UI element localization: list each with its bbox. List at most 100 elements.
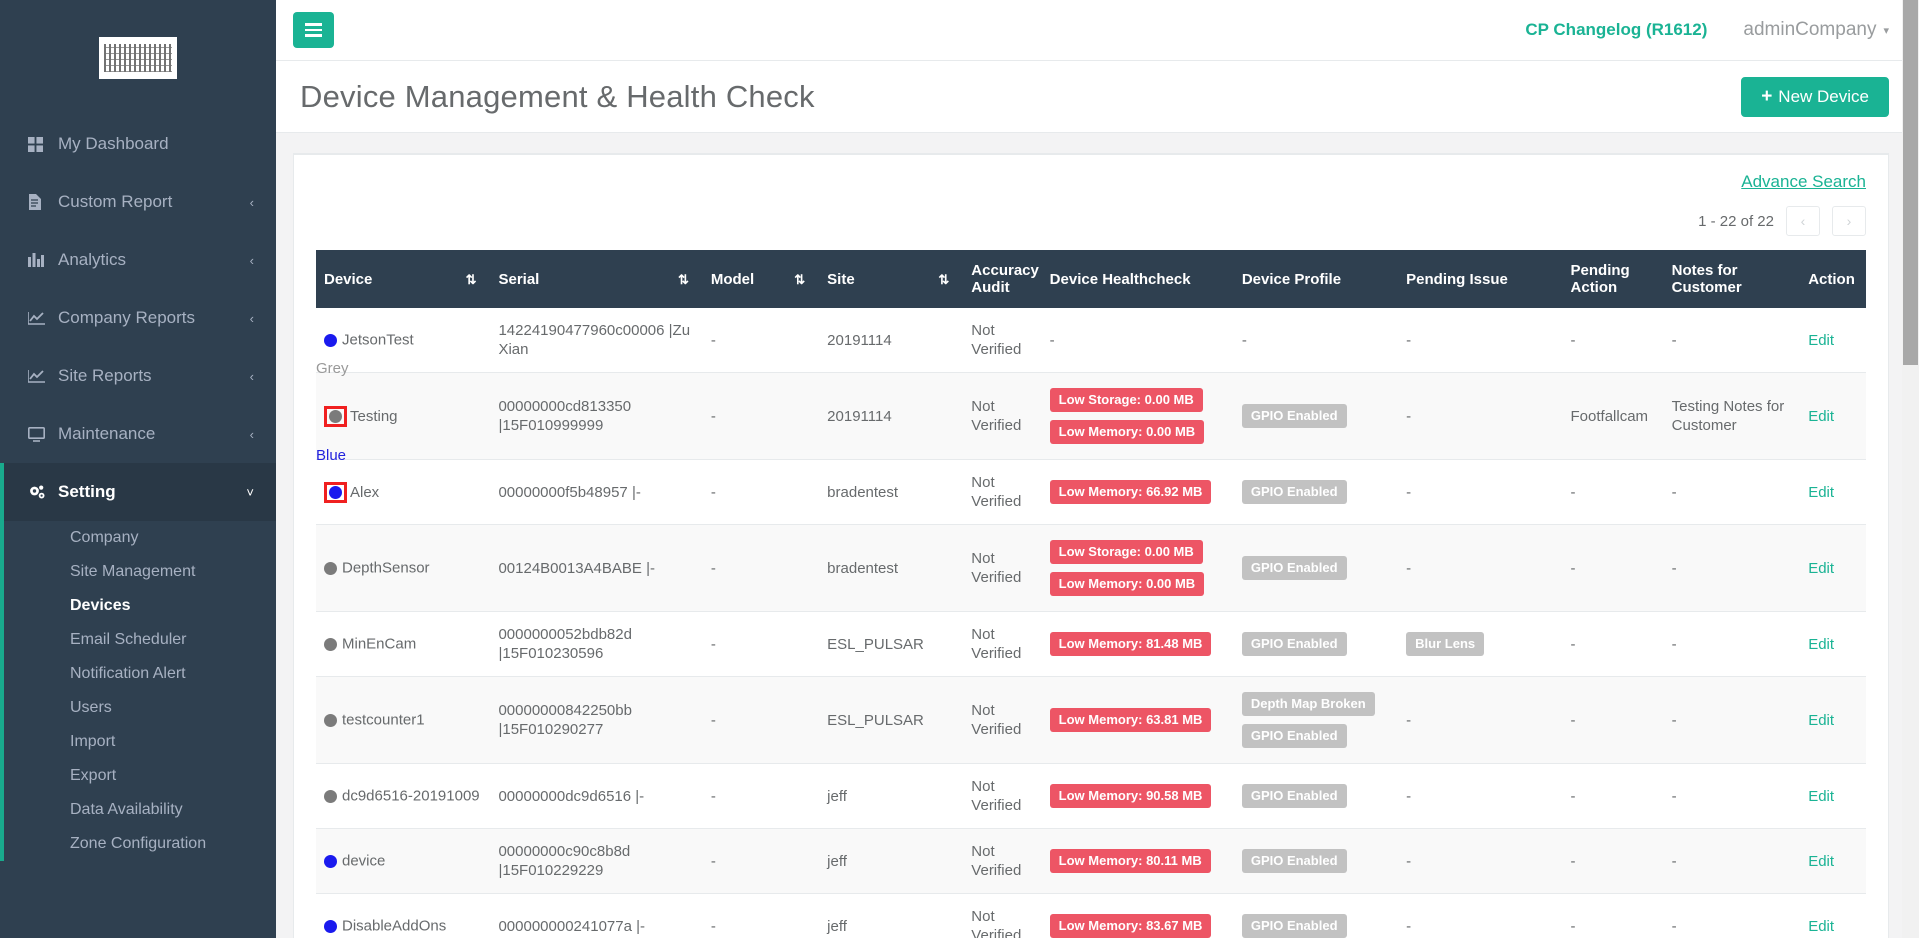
hamburger-bar [305,23,322,26]
cell-device-healthcheck: - [1042,308,1234,373]
cell-model: - [703,308,819,373]
sidebar-item-custom-report[interactable]: Custom Report‹ [0,173,276,231]
table-row: DepthSensor00124B0013A4BABE |--bradentes… [316,525,1866,612]
dashboard-grid-icon [28,137,58,152]
cell-site: bradentest [819,460,963,525]
cell-device-profile: GPIO Enabled [1234,612,1398,677]
sidebar-item-export[interactable]: Export [4,759,276,793]
status-badge: GPIO Enabled [1242,914,1347,938]
annotation-highlight-box [324,482,347,503]
status-badge: Blur Lens [1406,632,1484,656]
cell-action: Edit [1800,525,1866,612]
sidebar-item-my-dashboard[interactable]: My Dashboard [0,115,276,173]
sort-toggle-icon[interactable]: ⇅ [794,271,803,288]
sidebar-item-site-management[interactable]: Site Management [4,555,276,589]
cell-device: MinEnCam [316,612,490,677]
hamburger-icon[interactable] [293,12,334,48]
sidebar-item-devices[interactable]: Devices [4,589,276,623]
status-badge: Low Storage: 0.00 MB [1050,388,1203,412]
scrollbar-thumb[interactable] [1903,0,1918,365]
status-dot-wrap [324,851,342,870]
cell-notes-for-customer: - [1664,677,1801,764]
status-dot-blue-icon [329,486,342,499]
sidebar-item-maintenance[interactable]: Maintenance‹ [0,405,276,463]
edit-link[interactable]: Edit [1808,918,1834,935]
sort-toggle-icon[interactable]: ⇅ [678,271,687,288]
cell-site: jeff [819,764,963,829]
cell-notes-for-customer: - [1664,525,1801,612]
badge-stack: Low Memory: 83.67 MB [1050,912,1226,938]
edit-link[interactable]: Edit [1808,788,1834,805]
status-badge: GPIO Enabled [1242,480,1347,504]
sidebar-item-company[interactable]: Company [4,521,276,555]
badge-stack: GPIO Enabled [1242,912,1390,938]
cell-pending-issue: - [1398,373,1562,460]
changelog-link[interactable]: CP Changelog (R1612) [1525,20,1707,40]
cell-site: bradentest [819,525,963,612]
cell-pending-action: - [1563,894,1664,938]
sidebar-item-label: Site Reports [58,366,250,386]
sidebar-item-users[interactable]: Users [4,691,276,725]
status-dot-wrap [324,916,342,935]
edit-link[interactable]: Edit [1808,332,1834,349]
cell-notes-for-customer: Testing Notes for Customer [1664,373,1801,460]
column-header-model[interactable]: Model⇅ [703,250,819,308]
column-header-device[interactable]: Device⇅ [316,250,490,308]
cell-model: - [703,612,819,677]
cell-pending-issue: - [1398,764,1562,829]
sidebar-item-setting[interactable]: Setting˅ [0,463,276,521]
cell-device-profile: GPIO Enabled [1234,373,1398,460]
badge-stack: Low Storage: 0.00 MBLow Memory: 0.00 MB [1050,538,1226,598]
device-table: Device⇅Serial⇅Model⇅Site⇅Accuracy AuditD… [316,250,1866,938]
table-toolbar: Advance Search 1 - 22 of 22 ‹ › [316,172,1866,236]
cell-accuracy-audit: Not Verified [963,525,1041,612]
table-row: testcounter100000000842250bb |15F0102902… [316,677,1866,764]
pagination-next-button[interactable]: › [1832,206,1866,236]
cell-model: - [703,525,819,612]
column-header-serial[interactable]: Serial⇅ [490,250,702,308]
sidebar-logo[interactable] [0,0,276,115]
hamburger-bar [305,34,322,37]
sidebar-item-data-availability[interactable]: Data Availability [4,793,276,827]
main-area: CP Changelog (R1612) adminCompany ▾ Devi… [276,0,1919,938]
table-row: MinEnCam0000000052bdb82d |15F010230596- E… [316,612,1866,677]
annotation-label-blue: Blue [316,449,346,463]
page-scrollbar[interactable] [1902,0,1919,938]
sidebar-item-analytics[interactable]: Analytics‹ [0,231,276,289]
cell-notes-for-customer: - [1664,764,1801,829]
edit-link[interactable]: Edit [1808,712,1834,729]
status-badge: GPIO Enabled [1242,632,1347,656]
cell-notes-for-customer: - [1664,829,1801,894]
chevron-left-icon: ‹ [250,253,254,268]
cell-action: Edit [1800,829,1866,894]
table-row: DisableAddOns000000000241077a |--jeffNot… [316,894,1866,938]
cell-accuracy-audit: Not Verified [963,894,1041,938]
edit-link[interactable]: Edit [1808,484,1834,501]
sort-toggle-icon[interactable]: ⇅ [466,271,475,288]
column-header-site[interactable]: Site⇅ [819,250,963,308]
add-new-device-button[interactable]: + New Device [1741,77,1889,117]
sidebar-item-zone-configuration[interactable]: Zone Configuration [4,827,276,861]
advance-search-link[interactable]: Advance Search [1741,172,1866,192]
device-table-panel: Advance Search 1 - 22 of 22 ‹ › [293,153,1889,938]
cell-device-healthcheck: Low Memory: 80.11 MB [1042,829,1234,894]
sidebar: My DashboardCustom Report‹Analytics‹Comp… [0,0,276,938]
edit-link[interactable]: Edit [1808,853,1834,870]
cell-device-profile: GPIO Enabled [1234,764,1398,829]
sidebar-item-site-reports[interactable]: Site Reports‹ [0,347,276,405]
sidebar-item-import[interactable]: Import [4,725,276,759]
sort-toggle-icon[interactable]: ⇅ [938,271,947,288]
edit-link[interactable]: Edit [1808,636,1834,653]
device-name: JetsonTest [342,332,414,349]
cell-serial: 0000000052bdb82d |15F010230596 [490,612,702,677]
status-dot-wrap [324,558,342,577]
pagination-prev-button[interactable]: ‹ [1786,206,1820,236]
status-badge: GPIO Enabled [1242,404,1347,428]
sidebar-item-notification-alert[interactable]: Notification Alert [4,657,276,691]
sidebar-item-company-reports[interactable]: Company Reports‹ [0,289,276,347]
edit-link[interactable]: Edit [1808,560,1834,577]
user-menu[interactable]: adminCompany ▾ [1743,19,1889,41]
edit-link[interactable]: Edit [1808,408,1834,425]
cell-pending-issue: - [1398,308,1562,373]
sidebar-item-email-scheduler[interactable]: Email Scheduler [4,623,276,657]
